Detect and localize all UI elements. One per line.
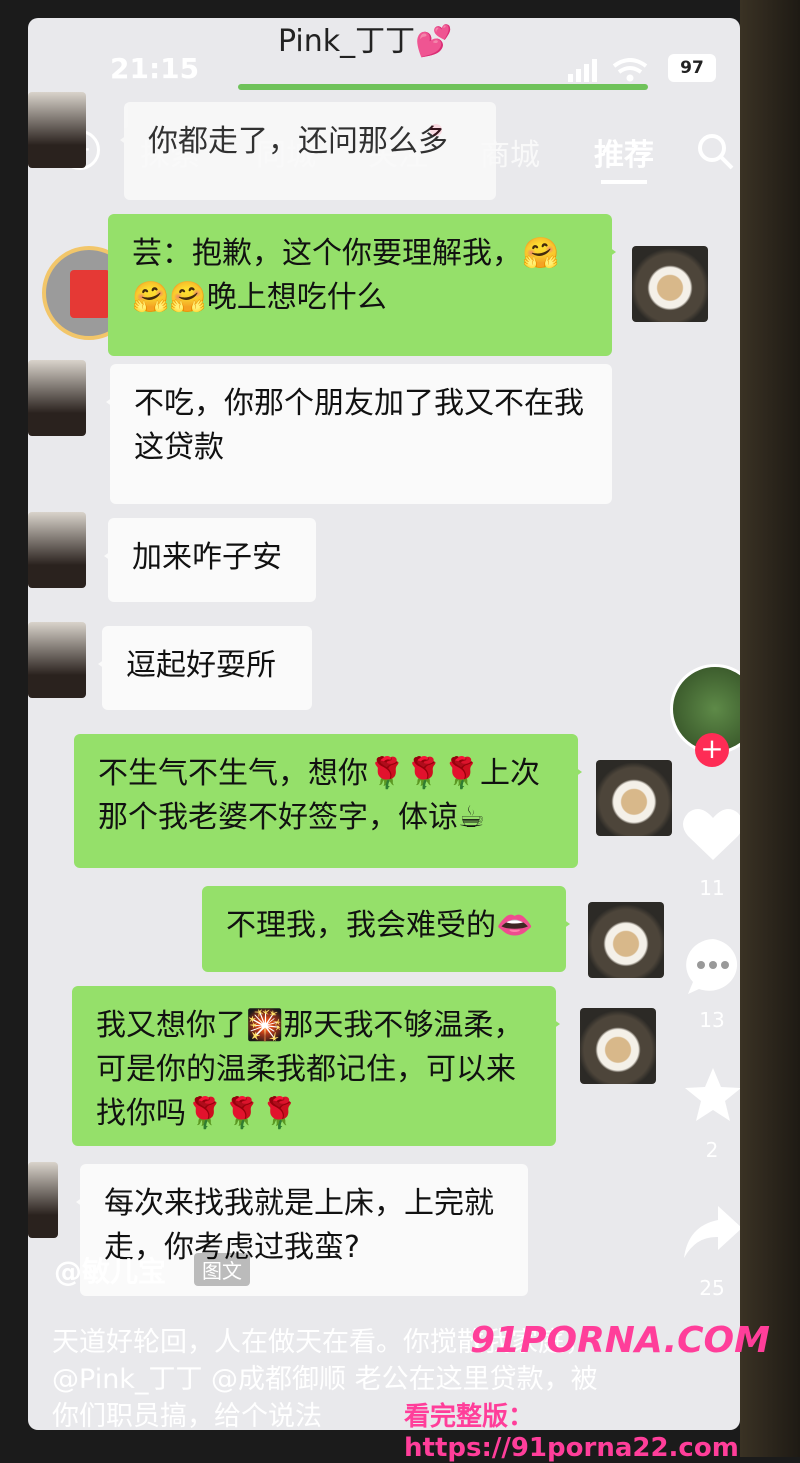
clock: 21:15: [110, 52, 200, 85]
comments-count: 13: [699, 1008, 725, 1032]
message-bubble: 我又想你了🎇那天我不够温柔，可是你的温柔我都记住，可以来找你吗🌹🌹🌹: [72, 986, 560, 1146]
phone-frame-edge: [740, 0, 800, 1457]
avatar: [588, 902, 664, 978]
post-author[interactable]: @敏儿宝: [54, 1250, 166, 1290]
follow-button[interactable]: +: [695, 733, 729, 767]
avatar: [28, 92, 86, 168]
favorites-count: 2: [705, 1138, 719, 1162]
shares-count: 25: [699, 1276, 725, 1300]
tab-recommend[interactable]: 推荐: [594, 130, 654, 174]
avatar: [596, 760, 672, 836]
message-bubble: 不吃，你那个朋友加了我又不在我这贷款: [106, 364, 612, 504]
message-bubble: 不理我，我会难受的👄: [202, 886, 570, 972]
progress-bar: [238, 84, 648, 90]
status-bar: Pink_丁丁💕 21:15 97: [28, 18, 740, 108]
avatar: [28, 512, 86, 588]
share-icon[interactable]: [682, 1204, 740, 1260]
watermark-url: 看完整版：https://91porna22.com: [404, 1402, 739, 1463]
battery-indicator: 97: [668, 54, 716, 82]
avatar: [28, 622, 86, 698]
post-type-tag: 图文: [194, 1253, 250, 1286]
avatar: [632, 246, 708, 322]
avatar: [28, 360, 86, 436]
message-bubble: 不生气不生气，想你🌹🌹🌹上次那个我老婆不好签字，体谅☕: [74, 734, 582, 868]
search-icon[interactable]: [696, 132, 736, 172]
likes-count: 11: [699, 876, 725, 900]
comment-icon[interactable]: [682, 936, 740, 998]
star-icon[interactable]: [684, 1066, 740, 1124]
message-bubble: 芸：抱歉，这个你要理解我，🤗🤗🤗晚上想吃什么: [108, 214, 616, 356]
chat-title: Pink_丁丁💕: [278, 24, 453, 59]
message-bubble: 你都走了，还问那么多: [120, 102, 496, 200]
active-tab-indicator: [601, 180, 647, 184]
watermark-logo: 91PORNA.COM: [470, 1320, 770, 1361]
signal-wifi-icon: [568, 58, 648, 82]
message-bubble: 加来咋子安: [104, 518, 316, 602]
heart-icon[interactable]: [682, 806, 740, 862]
message-bubble: 逗起好耍所: [98, 626, 312, 710]
avatar: [580, 1008, 656, 1084]
phone-screen: Pink_丁丁💕 21:15 97 + 探索 同城 关注 商城 推荐 你都走了，…: [28, 18, 740, 1430]
avatar: [28, 1162, 58, 1238]
